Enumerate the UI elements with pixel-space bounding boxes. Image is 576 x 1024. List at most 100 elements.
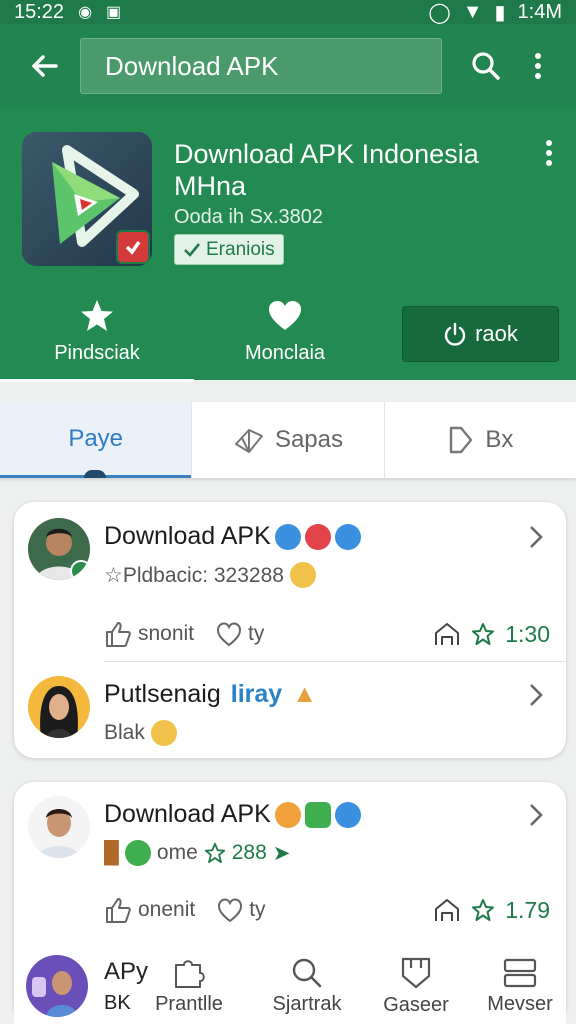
tab-label: Bx: [485, 426, 514, 453]
nav-item-games[interactable]: Gaseer: [376, 956, 456, 1017]
like-label: snonit: [138, 622, 195, 645]
hero-tab-rate[interactable]: Pindsciak: [0, 298, 194, 382]
score-value: 1.79: [505, 896, 550, 923]
star-outline-icon: [204, 842, 225, 864]
smile-emoji-icon: [274, 801, 301, 828]
heart-green-icon: [124, 840, 151, 866]
hero-more-button[interactable]: [544, 138, 554, 173]
nav-item-more[interactable]: Mevser: [480, 957, 560, 1016]
profile-title: APy: [104, 957, 149, 985]
hero-tab-favorite[interactable]: Monclaia: [188, 298, 382, 382]
tool-emoji-icon: █: [104, 841, 119, 864]
share-arrow-icon: [435, 623, 460, 645]
chevron-right-icon[interactable]: [524, 522, 548, 552]
hero-tab-label: Pindsciak: [54, 342, 140, 364]
thumbs-up-icon: [106, 622, 131, 647]
overflow-menu-button[interactable]: [512, 36, 564, 96]
heart-outline-icon: [217, 622, 242, 647]
battery-icon: ▮: [494, 1, 506, 24]
item-title: Download APK: [104, 522, 271, 550]
profile-sub: BK: [104, 991, 131, 1014]
verified-label: Eraniois: [206, 238, 275, 260]
item-title: Download APK: [104, 800, 271, 828]
nav-item-search[interactable]: Sjartrak: [262, 957, 352, 1016]
star-outline-icon: [472, 623, 495, 645]
laugh-emoji-icon: [150, 720, 177, 746]
list-item[interactable]: Download APK █ ome 288 ➤ onenit ty 1.79: [14, 782, 566, 942]
heart-outline-icon: [218, 898, 243, 923]
app-emoji-icon: [304, 801, 331, 828]
heart-emoji-icon: [304, 523, 331, 550]
favorite-label: ty: [249, 898, 266, 921]
list-item[interactable]: Download APK ☆Pldbacic: 323288 snonit ty: [14, 502, 566, 662]
arrow-left-icon: [32, 55, 58, 77]
alarm-icon: ◯: [428, 1, 451, 24]
favorite-button[interactable]: ty: [216, 621, 264, 647]
item-meta: ome: [156, 841, 198, 864]
avatar: [28, 676, 90, 738]
more-vert-icon: [535, 53, 541, 79]
search-button[interactable]: [460, 36, 512, 96]
avatar: [28, 796, 90, 858]
app-icon: [22, 132, 152, 266]
tab-sapas[interactable]: Sapas: [191, 402, 383, 478]
avatar: [26, 955, 88, 1017]
chevron-right-icon[interactable]: [524, 680, 548, 710]
puzzle-icon: [175, 959, 205, 988]
hero-tab-label: Monclaia: [244, 342, 326, 364]
bottom-nav: APy BK Prantlle Sjartrak Gaseer Mevser: [14, 948, 566, 1024]
status-time: 15:22: [14, 0, 65, 23]
item-meta: Blak: [104, 721, 145, 744]
app-header: Download APK Indonesia MHna Ooda ih Sx.3…: [0, 108, 576, 382]
verified-check-icon: [334, 801, 361, 828]
verified-badge: Eraniois: [174, 234, 284, 265]
app-title: Download APK Indonesia MHna: [174, 139, 479, 201]
candle-emoji-icon: ▲: [292, 680, 317, 708]
app-subtitle: Ooda ih Sx.3802: [174, 206, 323, 228]
verified-dot-icon: [70, 560, 90, 580]
install-button-label: raok: [475, 321, 518, 346]
stack-icon: [503, 958, 537, 987]
install-button[interactable]: raok: [402, 306, 559, 362]
avatar: [28, 518, 90, 580]
like-button[interactable]: snonit: [104, 620, 194, 648]
star-outline-icon: [472, 899, 495, 921]
wifi-icon: ▼: [462, 0, 483, 23]
favorite-label: ty: [248, 622, 265, 645]
nav-profile[interactable]: APy BK: [14, 955, 148, 1017]
like-button[interactable]: onenit: [104, 896, 195, 924]
tab-bx[interactable]: Bx: [383, 402, 576, 478]
globe-icon: [274, 523, 301, 550]
item-meta: ☆Pldbacic: 323288: [104, 563, 284, 587]
section-tabs: Paye Sapas Bx: [0, 402, 576, 478]
nav-item-profile[interactable]: Prantlle: [144, 957, 234, 1016]
verified-check-icon: [334, 523, 361, 550]
app-bar: Download APK: [0, 24, 576, 108]
tag-icon: [450, 426, 473, 454]
nav-label: Gaseer: [383, 993, 449, 1016]
list-item[interactable]: Putlsenaig Iiray ▲ Blak: [14, 662, 566, 758]
thumbs-up-icon: [106, 898, 131, 923]
power-icon: [444, 322, 466, 346]
search-icon: [472, 52, 500, 80]
search-input[interactable]: Download APK: [80, 38, 442, 94]
notification-icon: ▣: [106, 4, 122, 21]
nav-label: Mevser: [487, 992, 553, 1015]
more-vert-icon: [546, 140, 552, 166]
nav-label: Sjartrak: [272, 992, 342, 1015]
download-badge-icon: [116, 230, 150, 264]
tab-label: Paye: [68, 424, 124, 452]
nav-label: Prantlle: [155, 992, 223, 1015]
shield-icon: [401, 957, 431, 988]
check-icon: [184, 242, 201, 257]
item-title: Putlsenaig: [104, 680, 221, 708]
share-arrow-icon: [435, 899, 460, 921]
search-icon: [292, 958, 322, 987]
back-button[interactable]: [14, 36, 74, 96]
tab-paye[interactable]: Paye: [0, 402, 192, 478]
score-value: 1:30: [505, 620, 550, 647]
item-meta-score: 288: [231, 841, 267, 864]
chevron-right-icon[interactable]: [524, 800, 548, 830]
item-highlight[interactable]: Iiray: [231, 680, 282, 709]
favorite-button[interactable]: ty: [217, 897, 266, 923]
